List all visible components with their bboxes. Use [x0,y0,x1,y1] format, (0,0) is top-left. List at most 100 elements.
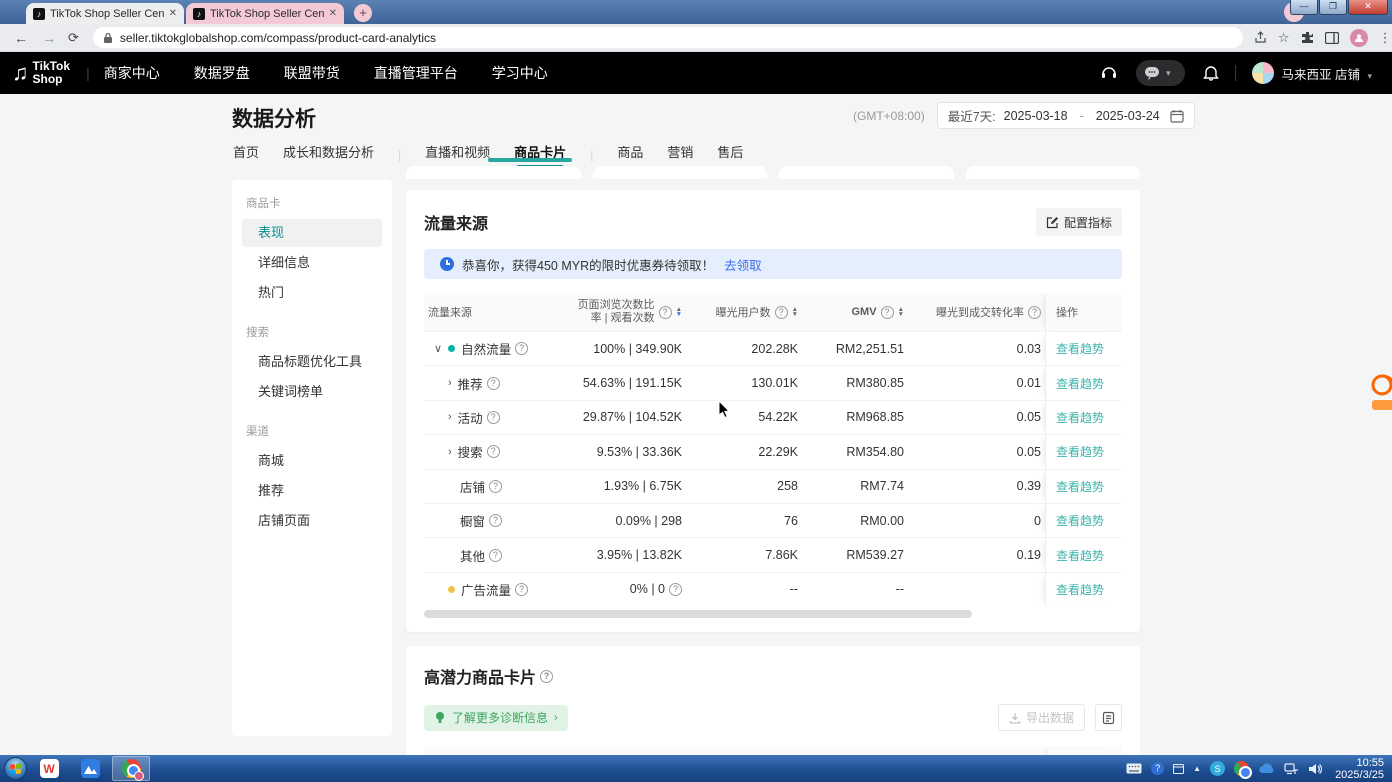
topnav-item[interactable]: 数据罗盘 [194,63,250,83]
taskbar-chrome-icon[interactable] [112,756,150,781]
url-bar[interactable]: seller.tiktokglobalshop.com/compass/prod… [93,27,1243,48]
tray-chrome-icon[interactable] [1234,761,1249,776]
help-icon[interactable]: ? [1028,306,1041,319]
bookmark-star-icon[interactable]: ☆ [1278,30,1290,46]
help-icon[interactable]: ? [487,411,500,424]
tray-keyboard-icon[interactable] [1126,763,1142,774]
topnav-item[interactable]: 商家中心 [104,63,160,83]
shop-switcher[interactable]: 马来西亚 店铺 ▾ [1282,64,1379,83]
back-icon[interactable]: ← [14,30,28,46]
help-icon[interactable]: ? [515,342,528,355]
view-trend-link[interactable]: 查看趋势 [1056,581,1104,598]
help-icon[interactable]: ? [489,480,502,493]
tray-help-icon[interactable]: ? [1151,762,1164,775]
window-minimize-button[interactable]: — [1290,0,1318,15]
tab-首页[interactable]: 首页 [233,142,259,168]
floating-promo-widget[interactable] [1364,372,1392,412]
table-row[interactable]: ›搜索?9.53% | 33.36K22.29KRM354.800.05查看趋势 [424,434,1122,468]
tray-expand-caret-icon[interactable]: ▲ [1193,764,1201,773]
sidebar-item-热门[interactable]: 热门 [232,279,392,307]
report-icon-button[interactable] [1095,704,1122,731]
view-trend-link[interactable]: 查看趋势 [1056,375,1104,392]
browser-tab-2[interactable]: ♪ TikTok Shop Seller Center | Cr ✕ [186,3,344,24]
topnav-item[interactable]: 学习中心 [492,63,548,83]
reload-icon[interactable]: ⟳ [68,30,79,46]
profile-avatar[interactable] [1350,29,1368,47]
help-icon[interactable]: ? [489,514,502,527]
notifications-bell-icon[interactable] [1203,65,1219,82]
menu-kebab-icon[interactable]: ⋮ [1379,30,1392,46]
topnav-item[interactable]: 直播管理平台 [374,63,458,83]
claim-coupon-link[interactable]: 去领取 [724,255,762,274]
view-trend-link[interactable]: 查看趋势 [1056,409,1104,426]
extensions-puzzle-icon[interactable] [1301,31,1314,44]
export-data-button[interactable]: 导出数据 [998,704,1085,731]
configure-metrics-button[interactable]: 配置指标 [1036,208,1122,236]
sort-icon[interactable]: ▲▼ [676,307,682,317]
table-row[interactable]: ›推荐?54.63% | 191.15K130.01KRM380.850.01查… [424,365,1122,399]
help-icon[interactable]: ? [489,549,502,562]
sidebar-item-推荐[interactable]: 推荐 [232,477,392,505]
tray-network-icon[interactable] [1284,763,1299,775]
diagnosis-link-pill[interactable]: 了解更多诊断信息 › [424,705,568,731]
window-close-button[interactable]: ✕ [1348,0,1388,15]
tray-window-icon[interactable] [1173,764,1184,774]
sidebar-item-表现[interactable]: 表现 [242,219,382,247]
chevron-down-icon[interactable]: ∨ [434,342,442,355]
help-icon[interactable]: ? [540,670,553,683]
forward-icon[interactable]: → [42,30,56,46]
help-icon[interactable]: ? [881,306,894,319]
help-icon[interactable]: ? [659,306,672,319]
divider [1235,65,1236,81]
chevron-right-icon[interactable]: › [448,446,452,458]
section-title: 高潜力商品卡片 ? [424,664,1122,688]
cell-views: 29.87% | 104.52K [564,410,686,424]
view-trend-link[interactable]: 查看趋势 [1056,478,1104,495]
table-row[interactable]: ∨自然流量?100% | 349.90K202.28KRM2,251.510.0… [424,331,1122,365]
seller-center-navbar: ♫ TikTokShop | 商家中心数据罗盘联盟带货直播管理平台学习中心 ▾ … [0,52,1392,94]
cell-gmv: RM7.74 [802,479,908,493]
help-icon[interactable]: ? [669,583,682,596]
tab-close-icon[interactable]: ✕ [169,8,177,19]
sidebar-item-店铺页面[interactable]: 店铺页面 [232,507,392,535]
view-trend-link[interactable]: 查看趋势 [1056,512,1104,529]
topnav-item[interactable]: 联盟带货 [284,63,340,83]
start-button[interactable] [4,757,27,780]
sort-icon[interactable]: ▲▼ [898,307,904,317]
chevron-right-icon[interactable]: › [448,377,452,389]
taskbar-clock[interactable]: 10:55 2025/3/25 [1335,757,1384,781]
shop-avatar[interactable] [1252,62,1274,84]
help-icon[interactable]: ? [515,583,528,596]
view-trend-link[interactable]: 查看趋势 [1056,547,1104,564]
sort-icon[interactable]: ▲▼ [792,307,798,317]
window-maximize-button[interactable]: ❐ [1319,0,1347,15]
share-icon[interactable] [1254,31,1267,44]
view-trend-link[interactable]: 查看趋势 [1056,340,1104,357]
tray-messenger-icon[interactable]: S [1210,761,1225,776]
tab-成长和数据分析[interactable]: 成长和数据分析 [283,142,374,168]
chevron-right-icon[interactable]: › [448,411,452,423]
headset-support-icon[interactable] [1100,64,1118,82]
taskbar-mountain-app-icon[interactable] [71,756,109,781]
browser-tab-1[interactable]: ♪ TikTok Shop Seller Center | Cr ✕ [26,3,184,24]
help-icon[interactable]: ? [487,445,500,458]
help-icon[interactable]: ? [775,306,788,319]
tray-cloud-icon[interactable] [1258,763,1275,774]
clock-icon [440,257,454,271]
col-views: 页面浏览次数比率 | 观看次数 ? ▲▼ [564,299,686,325]
scrollbar-thumb[interactable] [424,610,972,618]
side-panel-icon[interactable] [1325,32,1339,44]
table-row[interactable]: ›活动?29.87% | 104.52K54.22KRM968.850.05查看… [424,400,1122,434]
sidebar-item-商城[interactable]: 商城 [232,447,392,475]
sidebar-item-详细信息[interactable]: 详细信息 [232,249,392,277]
taskbar-wps-icon[interactable]: W [30,756,68,781]
view-trend-link[interactable]: 查看趋势 [1056,443,1104,460]
sidebar-item-关键词榜单[interactable]: 关键词榜单 [232,378,392,406]
help-icon[interactable]: ? [487,377,500,390]
new-tab-button[interactable]: + [354,4,372,22]
tray-volume-icon[interactable] [1308,763,1322,775]
message-center-button[interactable]: ▾ [1136,60,1185,86]
sidebar-item-商品标题优化工具[interactable]: 商品标题优化工具 [232,348,392,376]
tiktok-shop-logo[interactable]: ♫ TikTokShop [12,60,70,86]
tab-close-icon[interactable]: ✕ [329,8,337,19]
